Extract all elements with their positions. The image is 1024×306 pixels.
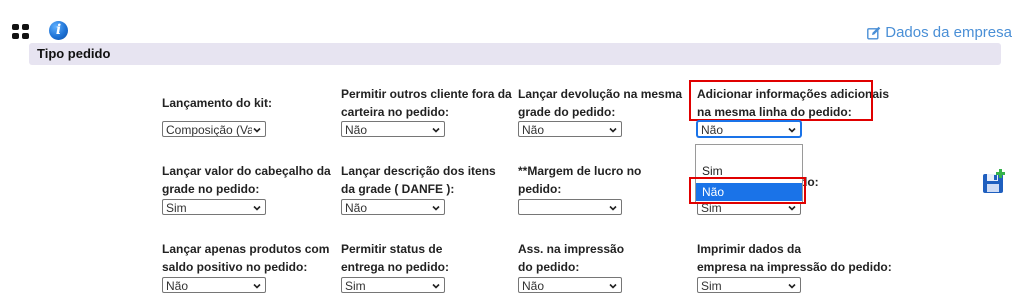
- field-label-danfe: Lançar descrição dos itens da grade ( DAN…: [341, 164, 496, 196]
- chevron-down-icon: [432, 283, 440, 289]
- grid-cell: [22, 33, 29, 39]
- select-value: Não: [522, 279, 545, 293]
- select-value: Não: [701, 123, 724, 137]
- grid-menu-icon[interactable]: [12, 24, 30, 40]
- select-other-client[interactable]: Não: [341, 121, 445, 137]
- select-value: Composição (Valor dos itens): [166, 123, 252, 137]
- select-value: Não: [345, 201, 368, 215]
- select-profit-margin[interactable]: [518, 199, 622, 215]
- field-label-profit-margin: **Margem de lucro no pedido:: [518, 164, 642, 196]
- select-value: Sim: [345, 279, 366, 293]
- edit-icon: [867, 26, 881, 39]
- select-value: Sim: [166, 201, 187, 215]
- chevron-down-icon: [253, 127, 261, 133]
- save-icon[interactable]: [981, 169, 1007, 195]
- select-positive-stock[interactable]: Não: [162, 277, 266, 293]
- select-header-value[interactable]: Sim: [162, 199, 266, 215]
- highlight-box: [689, 80, 873, 121]
- field-label-delivery-status: Permitir status de entrega no pedido:: [341, 242, 449, 274]
- field-label-other-client: Permitir outros cliente fora da carteira …: [341, 87, 512, 119]
- chevron-down-icon: [432, 205, 440, 211]
- select-value: Não: [522, 123, 545, 137]
- chevron-down-icon: [788, 127, 796, 133]
- info-icon[interactable]: i: [49, 21, 68, 40]
- section-title: Tipo pedido: [37, 46, 111, 61]
- select-print-company[interactable]: Sim: [697, 277, 801, 293]
- field-label-positive-stock: Lançar apenas produtos com saldo positivo…: [162, 242, 330, 274]
- chevron-down-icon: [609, 283, 617, 289]
- grid-cell: [12, 24, 19, 30]
- highlight-box: [689, 177, 806, 204]
- chevron-down-icon: [609, 127, 617, 133]
- chevron-down-icon: [253, 205, 261, 211]
- select-delivery-status[interactable]: Sim: [341, 277, 445, 293]
- select-value: Sim: [701, 279, 722, 293]
- grid-cell: [12, 33, 19, 39]
- field-label-kit: Lançamento do kit:: [162, 96, 273, 110]
- select-value: Não: [345, 123, 368, 137]
- field-label-signature: Ass. na impressão do pedido:: [518, 242, 625, 274]
- section-header: Tipo pedido: [29, 43, 1001, 65]
- select-kit[interactable]: Composição (Valor dos itens): [162, 121, 266, 137]
- chevron-down-icon: [788, 283, 796, 289]
- field-label-devolution: Lançar devolução na mesma grade do pedido…: [518, 87, 683, 119]
- grid-cell: [22, 24, 29, 30]
- select-danfe[interactable]: Não: [341, 199, 445, 215]
- select-signature[interactable]: Não: [518, 277, 622, 293]
- field-label-print-company: Imprimir dados da empresa na impressão do…: [697, 242, 892, 274]
- chevron-down-icon: [788, 205, 796, 211]
- select-additional-info[interactable]: Não: [697, 121, 801, 137]
- select-value: Não: [166, 279, 189, 293]
- chevron-down-icon: [432, 127, 440, 133]
- field-label-header-value: Lançar valor do cabeçalho da grade no ped…: [162, 164, 331, 196]
- chevron-down-icon: [609, 205, 617, 211]
- chevron-down-icon: [253, 283, 261, 289]
- select-devolution[interactable]: Não: [518, 121, 622, 137]
- company-link-label: Dados da empresa: [885, 24, 1012, 41]
- company-data-link[interactable]: Dados da empresa: [867, 24, 1012, 41]
